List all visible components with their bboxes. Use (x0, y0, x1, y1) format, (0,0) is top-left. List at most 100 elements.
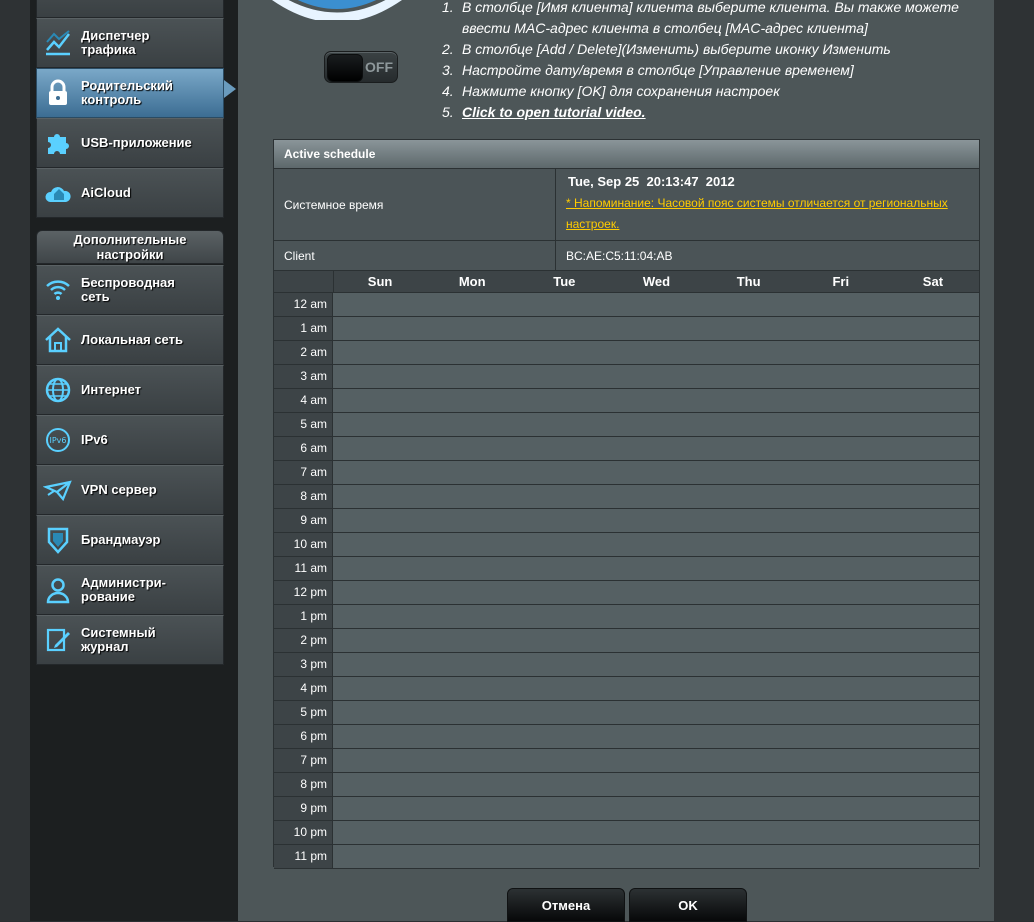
sidebar-item-ipv6[interactable]: IPv6 IPv6 (36, 415, 224, 465)
sidebar-item-parental-control[interactable]: Родительский контроль (36, 68, 224, 118)
cancel-button[interactable]: Отмена (507, 888, 625, 922)
schedule-slots[interactable] (333, 509, 979, 532)
hour-label: 10 pm (274, 821, 333, 844)
schedule-slots[interactable] (333, 725, 979, 748)
admin-user-icon (41, 573, 75, 607)
schedule-slots[interactable] (333, 317, 979, 340)
schedule-slots[interactable] (333, 293, 979, 316)
instruction-item: 3. Настройте дату/время в столбце [Управл… (442, 62, 854, 78)
schedule-slots[interactable] (333, 461, 979, 484)
advanced-settings-header: Дополнительные настройки (36, 230, 224, 264)
schedule-row: 7 pm (274, 749, 979, 773)
schedule-row: 2 pm (274, 629, 979, 653)
schedule-slots[interactable] (333, 845, 979, 868)
schedule-slots[interactable] (333, 341, 979, 364)
schedule-row: 4 am (274, 389, 979, 413)
sidebar-item-administration[interactable]: Администри- рование (36, 565, 224, 615)
parental-control-toggle[interactable]: OFF (324, 51, 398, 83)
hour-label: 10 am (274, 533, 333, 556)
instruction-item: 1. В столбце [Имя клиента] клиента выбери… (442, 0, 959, 36)
system-time-label: Системное время (274, 169, 556, 240)
schedule-day-header: Sun Mon Tue Wed Thu Fri Sat (274, 271, 979, 293)
cloud-house-icon (41, 176, 75, 210)
tutorial-video-link[interactable]: Click to open tutorial video. (462, 104, 646, 120)
timezone-warning-link[interactable]: * Напоминание: Часовой пояс системы отли… (566, 193, 979, 235)
hour-label: 11 pm (274, 845, 333, 868)
log-edit-icon (41, 623, 75, 657)
schedule-slots[interactable] (333, 677, 979, 700)
schedule-slots[interactable] (333, 797, 979, 820)
vpn-plane-icon (41, 473, 75, 507)
toggle-state-label: OFF (365, 59, 393, 75)
hour-label: 8 am (274, 485, 333, 508)
hour-label: 4 pm (274, 677, 333, 700)
hour-label: 5 am (274, 413, 333, 436)
sidebar-item-traffic-manager[interactable]: Диспетчер трафика (36, 18, 224, 68)
sidebar-item-partial[interactable] (36, 0, 224, 18)
schedule-slots[interactable] (333, 365, 979, 388)
schedule-slots[interactable] (333, 773, 979, 796)
hour-label: 7 am (274, 461, 333, 484)
schedule-slots[interactable] (333, 413, 979, 436)
day-header-sun: Sun (367, 274, 393, 289)
schedule-slots[interactable] (333, 533, 979, 556)
schedule-row: 4 pm (274, 677, 979, 701)
schedule-row: 7 am (274, 461, 979, 485)
schedule-row: 9 am (274, 509, 979, 533)
shield-icon (41, 523, 75, 557)
instruction-item: 5. Click to open tutorial video. (442, 104, 646, 120)
page-background-left (0, 0, 30, 921)
hour-label: 9 am (274, 509, 333, 532)
schedule-slots[interactable] (333, 653, 979, 676)
hour-label: 3 pm (274, 653, 333, 676)
day-header-mon: Mon (458, 274, 486, 289)
sidebar-item-label: Системный журнал (81, 625, 156, 654)
sidebar-item-usb-application[interactable]: USB-приложение (36, 118, 224, 168)
schedule-slots[interactable] (333, 749, 979, 772)
schedule-slots[interactable] (333, 701, 979, 724)
hour-label: 2 am (274, 341, 333, 364)
instruction-item: 2. В столбце [Add / Delete](Изменить) выб… (442, 41, 891, 57)
day-header-thu: Thu (736, 274, 761, 289)
schedule-slots[interactable] (333, 485, 979, 508)
sidebar-item-firewall[interactable]: Брандмауэр (36, 515, 224, 565)
sidebar-item-vpn-server[interactable]: VPN сервер (36, 465, 224, 515)
hour-label: 2 pm (274, 629, 333, 652)
hour-label: 6 am (274, 437, 333, 460)
schedule-slots[interactable] (333, 437, 979, 460)
schedule-row: 6 pm (274, 725, 979, 749)
schedule-slots[interactable] (333, 389, 979, 412)
hour-label: 3 am (274, 365, 333, 388)
hour-label: 1 am (274, 317, 333, 340)
sidebar-item-wireless[interactable]: Беспроводная сеть (36, 265, 224, 315)
schedule-title: Active schedule (274, 140, 979, 169)
schedule-slots[interactable] (333, 629, 979, 652)
client-mac-value: BC:AE:C5:11:04:AB (566, 248, 673, 263)
schedule-slots[interactable] (333, 581, 979, 604)
hour-label: 7 pm (274, 749, 333, 772)
ok-button[interactable]: OK (629, 888, 747, 922)
instruction-item: 4. Нажмите кнопку [OK] для сохранения нас… (442, 83, 780, 99)
schedule-row: 11 pm (274, 845, 979, 869)
schedule-slots[interactable] (333, 821, 979, 844)
sidebar-item-label: Брандмауэр (81, 532, 161, 547)
schedule-row: 1 pm (274, 605, 979, 629)
sidebar-item-internet[interactable]: Интернет (36, 365, 224, 415)
system-time-value: Tue, Sep 25 20:13:47 2012 (568, 174, 735, 189)
schedule-slots[interactable] (333, 557, 979, 580)
sidebar-item-lan[interactable]: Локальная сеть (36, 315, 224, 365)
schedule-row: 8 am (274, 485, 979, 509)
day-header-sat: Sat (922, 274, 944, 289)
schedule-row: 1 am (274, 317, 979, 341)
hour-label: 9 pm (274, 797, 333, 820)
schedule-grid: Sun Mon Tue Wed Thu Fri Sat 12 am 1 am 2 am 3 am 4… (274, 271, 979, 869)
instructions-list: 1. В столбце [Имя клиента] клиента выбери… (442, 0, 982, 123)
schedule-row: 3 am (274, 365, 979, 389)
schedule-slots[interactable] (333, 605, 979, 628)
sidebar-item-aicloud[interactable]: AiCloud (36, 168, 224, 218)
system-time-cell: Tue, Sep 25 20:13:47 2012 * Напоминание:… (556, 169, 979, 240)
schedule-row: 3 pm (274, 653, 979, 677)
sidebar-item-system-log[interactable]: Системный журнал (36, 615, 224, 665)
system-time-row: Системное время Tue, Sep 25 20:13:47 201… (274, 169, 979, 241)
schedule-row: 10 am (274, 533, 979, 557)
